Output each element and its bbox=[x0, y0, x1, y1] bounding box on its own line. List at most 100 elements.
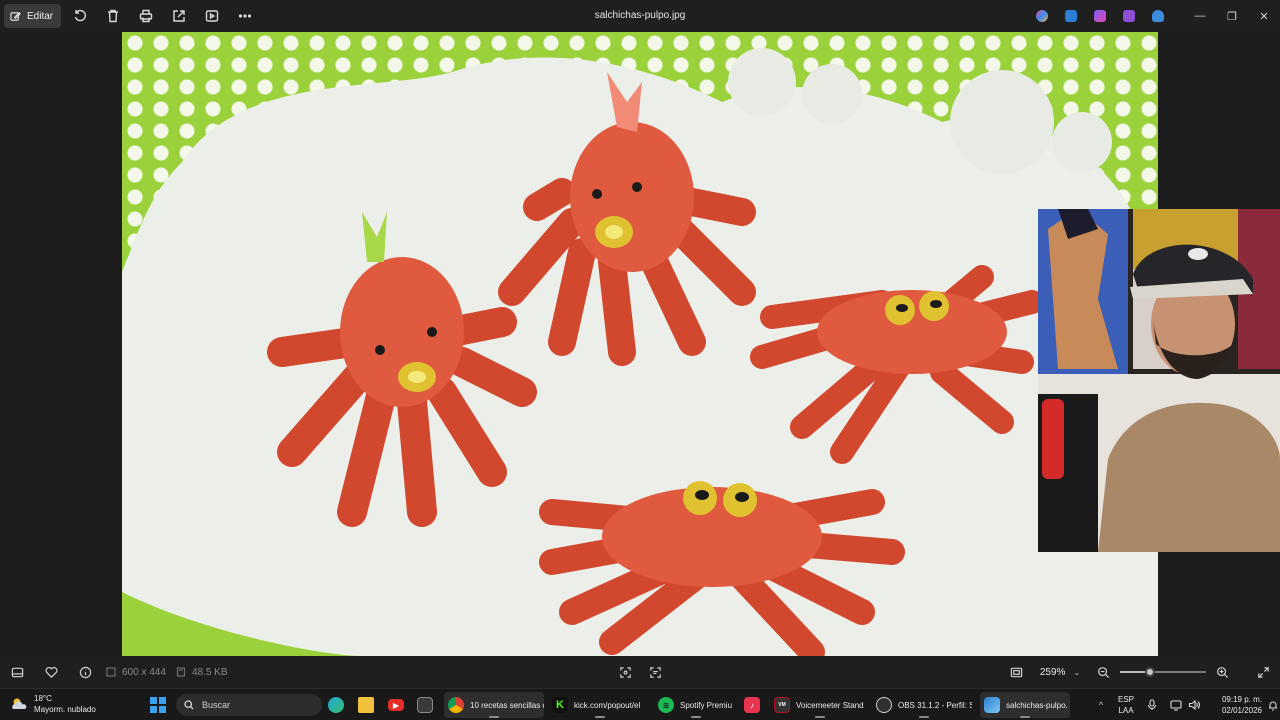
youtube-icon: ▶ bbox=[388, 699, 404, 711]
folder-icon bbox=[358, 697, 374, 713]
streamer-webcam-illustration bbox=[1038, 209, 1280, 552]
zoom-out-icon bbox=[1097, 666, 1109, 678]
image-canvas bbox=[0, 32, 1280, 656]
file-size-value: 48.5 KB bbox=[191, 666, 228, 678]
language-code: ESP bbox=[1117, 695, 1134, 704]
rotate-button[interactable] bbox=[65, 4, 94, 28]
kick-icon: K bbox=[552, 697, 568, 713]
edge-icon bbox=[328, 697, 344, 713]
volume-icon bbox=[1188, 699, 1200, 711]
taskbar-spotify[interactable]: ≋ Spotify Premiu bbox=[658, 692, 734, 718]
delete-icon bbox=[107, 9, 118, 23]
designer-app-icon[interactable] bbox=[1056, 4, 1085, 28]
taskbar-app-label: Voicemeeter Stand bbox=[796, 700, 864, 710]
favorite-button[interactable] bbox=[34, 656, 68, 688]
zoom-slider[interactable] bbox=[1120, 667, 1206, 677]
taskbar-kick[interactable]: K kick.com/popout/el bbox=[552, 692, 648, 718]
slideshow-button[interactable] bbox=[197, 4, 226, 28]
clock[interactable]: 09:19 p. m. 02/01/2026 bbox=[1206, 694, 1266, 716]
chevron-down-icon: ⌄ bbox=[1073, 667, 1081, 677]
clipchamp-app-icon[interactable] bbox=[1085, 4, 1114, 28]
share-button[interactable] bbox=[164, 4, 193, 28]
scan-icon bbox=[649, 666, 661, 678]
taskbar-search-box[interactable]: Buscar bbox=[176, 694, 322, 716]
search-icon bbox=[184, 700, 194, 710]
zoom-value: 259% bbox=[1039, 666, 1066, 678]
fit-window-icon bbox=[1010, 667, 1022, 677]
edit-button-label: Editar bbox=[27, 10, 54, 22]
taskbar-youtube[interactable]: ▶ bbox=[388, 692, 408, 718]
print-button[interactable] bbox=[131, 4, 160, 28]
cloudy-weather-icon bbox=[12, 698, 27, 709]
taskbar-tiktok[interactable]: ♪ bbox=[744, 692, 764, 718]
dimensions-icon bbox=[106, 667, 116, 677]
edit-button[interactable]: Editar bbox=[4, 4, 62, 28]
delete-button[interactable] bbox=[98, 4, 127, 28]
more-icon bbox=[238, 14, 251, 18]
copilot-app-icon[interactable] bbox=[1027, 4, 1056, 28]
taskbar-chrome[interactable]: 10 recetas sencillas c bbox=[444, 692, 544, 718]
storage-icon bbox=[176, 667, 186, 677]
file-size: 48.5 KB bbox=[176, 667, 228, 678]
video-editor-app-icon[interactable] bbox=[1114, 4, 1143, 28]
taskbar-app-label: kick.com/popout/el bbox=[574, 700, 641, 710]
webcam-overlay bbox=[1038, 209, 1280, 552]
taskbar-store[interactable] bbox=[417, 692, 437, 718]
system-tray: ^ ESP LAA 09:19 p. m. 02/01/2026 bbox=[1090, 689, 1280, 720]
more-button[interactable] bbox=[230, 4, 259, 28]
image-dimensions-value: 600 x 444 bbox=[122, 666, 166, 678]
taskbar-photos[interactable]: salchichas-pulpo. bbox=[980, 692, 1070, 718]
microphone-button[interactable] bbox=[1140, 699, 1164, 711]
slideshow-icon bbox=[205, 10, 218, 22]
fullscreen-button[interactable] bbox=[1246, 656, 1280, 688]
zoom-dropdown[interactable]: 259% ⌄ bbox=[1032, 660, 1088, 684]
zoom-in-button[interactable] bbox=[1205, 656, 1239, 688]
store-icon bbox=[417, 697, 433, 713]
network-icon bbox=[1170, 700, 1182, 711]
edit-icon bbox=[10, 11, 21, 21]
spotify-icon: ≋ bbox=[658, 697, 674, 713]
taskbar-file-explorer[interactable] bbox=[358, 692, 378, 718]
clock-time: 09:19 p. m. bbox=[1221, 695, 1262, 704]
search-placeholder: Buscar bbox=[202, 700, 231, 710]
minimize-button[interactable]: — bbox=[1184, 0, 1216, 32]
maximize-button[interactable]: ❐ bbox=[1216, 0, 1248, 32]
taskbar-app-label: salchichas-pulpo. bbox=[1006, 700, 1068, 710]
start-button[interactable] bbox=[150, 697, 166, 713]
taskbar-edge[interactable] bbox=[328, 692, 348, 718]
photos-icon bbox=[984, 697, 1000, 713]
bell-icon bbox=[1269, 701, 1277, 711]
zoom-in-icon bbox=[1216, 666, 1228, 678]
actual-size-button[interactable] bbox=[608, 656, 642, 688]
zoom-out-button[interactable] bbox=[1086, 656, 1120, 688]
file-info-button[interactable] bbox=[68, 656, 102, 688]
zoom-slider-thumb[interactable] bbox=[1145, 667, 1156, 677]
weather-widget[interactable]: 18°C Mayorm. nublado bbox=[10, 693, 96, 715]
onedrive-app-icon[interactable] bbox=[1143, 4, 1172, 28]
language-layout: LAA bbox=[1118, 706, 1134, 715]
obs-icon bbox=[876, 697, 892, 713]
share-icon bbox=[172, 10, 185, 22]
windows-taskbar: 18°C Mayorm. nublado Buscar ▶ 10 recetas… bbox=[0, 688, 1280, 720]
displayed-photo[interactable] bbox=[122, 32, 1158, 656]
octopus-sausages-illustration bbox=[122, 48, 1158, 656]
taskbar-app-label: OBS 31.1.2 - Perfil: S bbox=[898, 700, 972, 710]
print-icon bbox=[139, 9, 152, 23]
quick-settings-button[interactable] bbox=[1164, 699, 1206, 711]
photos-app-window: Editar salchichas-pulpo.jpg — ❐ ✕ 600 x … bbox=[0, 0, 1280, 720]
frame-icon bbox=[619, 666, 631, 678]
filmstrip-button[interactable] bbox=[0, 656, 34, 688]
close-button[interactable]: ✕ bbox=[1248, 0, 1280, 32]
tray-overflow-button[interactable]: ^ bbox=[1090, 700, 1112, 710]
visual-search-button[interactable] bbox=[638, 656, 672, 688]
image-dimensions: 600 x 444 bbox=[106, 667, 166, 678]
taskbar-voicemeeter[interactable]: VM Voicemeeter Stand bbox=[774, 692, 866, 718]
weather-temperature: 18°C bbox=[34, 694, 52, 703]
clock-date: 02/01/2026 bbox=[1221, 706, 1262, 715]
language-indicator[interactable]: ESP LAA bbox=[1112, 694, 1140, 716]
notifications-button[interactable] bbox=[1266, 700, 1280, 711]
expand-icon bbox=[1257, 666, 1269, 678]
fit-to-window-button[interactable] bbox=[999, 656, 1033, 688]
taskbar-obs[interactable]: OBS 31.1.2 - Perfil: S bbox=[876, 692, 972, 718]
top-toolbar: Editar salchichas-pulpo.jpg — ❐ ✕ bbox=[0, 0, 1280, 32]
